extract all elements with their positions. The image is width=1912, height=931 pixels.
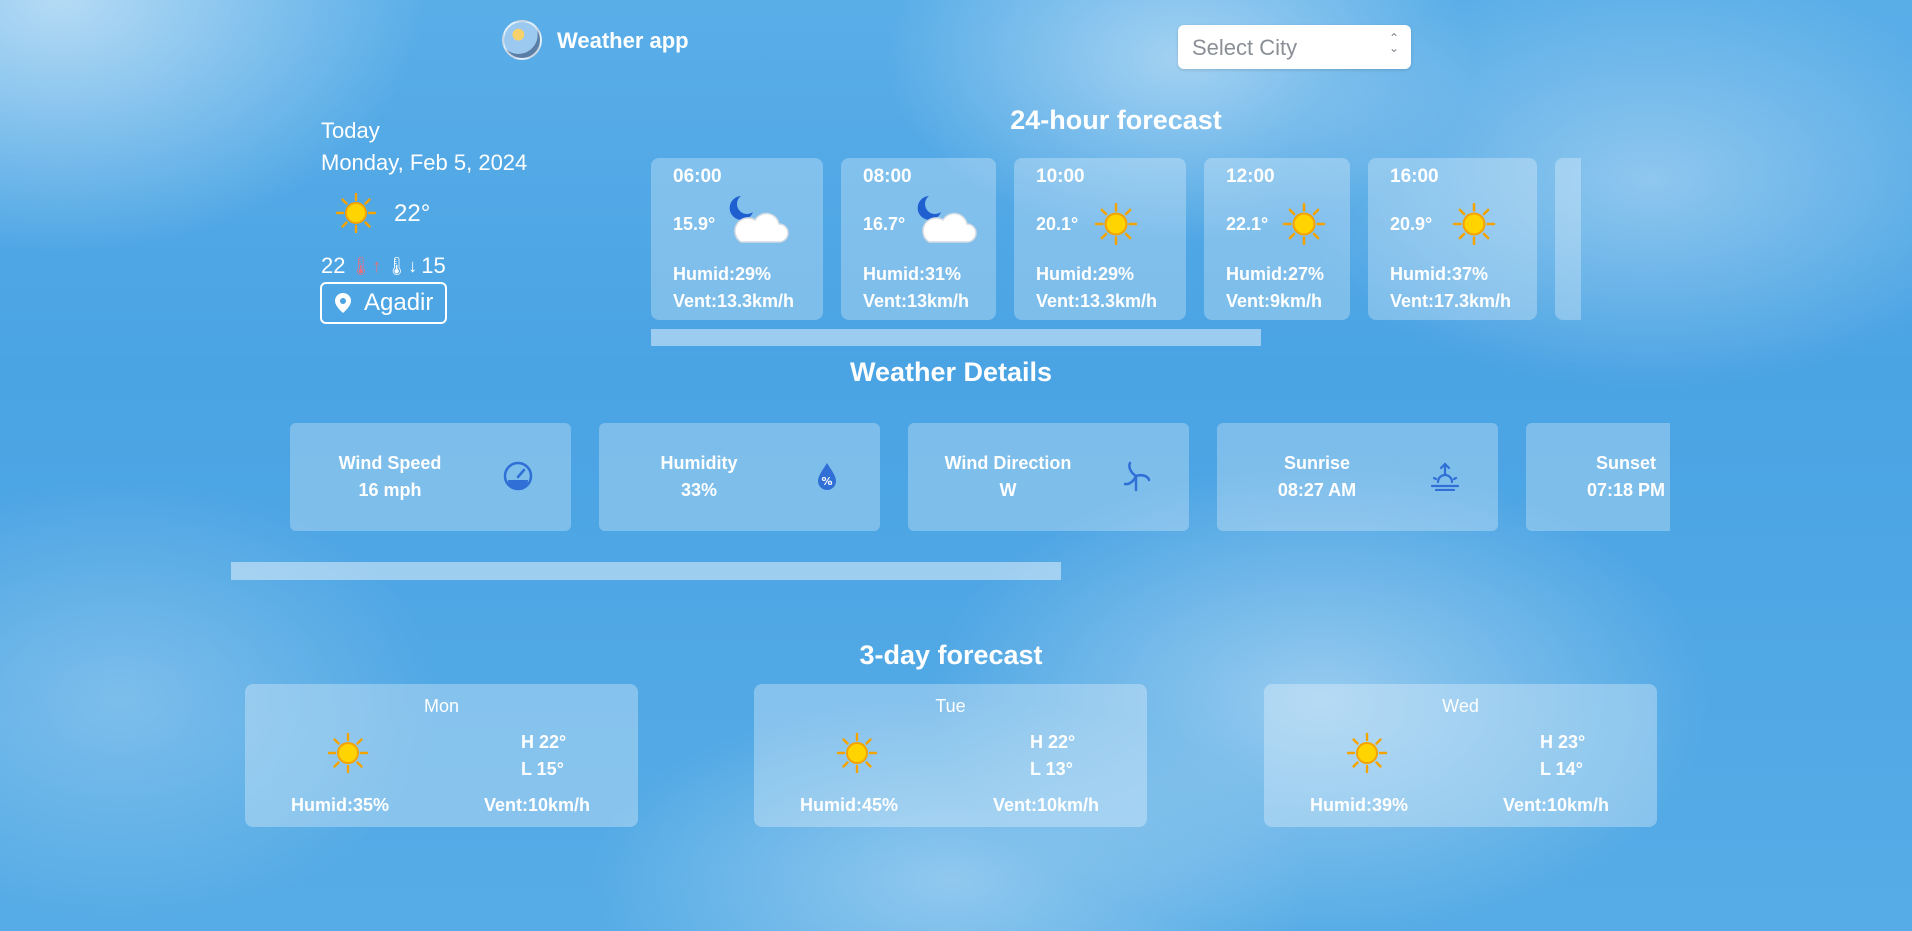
hour-temp: 15.9° <box>673 214 716 234</box>
hour-time: 10:00 <box>1036 166 1085 187</box>
detail-value: 08:27 AM <box>1277 480 1357 500</box>
hour-time: 12:00 <box>1226 166 1275 187</box>
detail-value: W <box>999 480 1017 500</box>
sun-icon <box>836 732 878 779</box>
chevron-updown-icon: ⌃ ⌄ <box>1388 31 1399 55</box>
day-name: Tue <box>935 696 966 716</box>
location-button[interactable]: Agadir <box>320 282 448 324</box>
today-min: 15 <box>421 253 446 278</box>
today-max: 22 <box>321 253 346 278</box>
detail-label: Sunrise <box>1283 453 1351 473</box>
hour-temp: 20.1° <box>1036 214 1079 234</box>
today-label: Today <box>321 118 380 143</box>
hourly-forecast-scroller[interactable]: 06:00 15.9° Humid:29% Vent:13.3km/h 08:0… <box>651 158 1581 320</box>
details-track: Wind Speed 16 mph Humidity 33% % Wind Di… <box>290 423 1670 531</box>
sun-icon <box>1452 202 1496 251</box>
day-name: Wed <box>1442 696 1479 716</box>
details-title: Weather Details <box>849 357 1053 387</box>
day-card: Wed H 23° L 14° Humid:39% Vent:10km/h <box>1264 684 1657 827</box>
hour-humidity: Humid:29% <box>1036 264 1135 284</box>
gauge-icon <box>503 461 533 491</box>
detail-label: Humidity <box>660 453 738 473</box>
sunrise-icon <box>1430 462 1460 491</box>
hour-card-partial <box>1555 158 1581 320</box>
detail-card-humidity: Humidity 33% % <box>599 423 880 531</box>
daily-title: 3-day forecast <box>859 640 1043 670</box>
sun-icon <box>335 192 377 239</box>
hour-humidity: Humid:31% <box>863 264 962 284</box>
hourly-title: 24-hour forecast <box>1010 105 1222 135</box>
water-drop-percent-icon: % <box>818 463 836 490</box>
day-card: Mon H 22° L 15° Humid:35% Vent:10km/h <box>245 684 638 827</box>
day-name: Mon <box>423 696 459 716</box>
hour-wind: Vent:13km/h <box>863 291 970 311</box>
hourly-scrollbar[interactable] <box>651 329 1261 346</box>
hour-wind: Vent:13.3km/h <box>673 291 795 311</box>
day-low: L 14° <box>1540 759 1583 779</box>
detail-value: 16 mph <box>358 480 422 500</box>
sun-icon <box>1282 202 1326 251</box>
detail-value: 07:18 PM <box>1586 480 1666 500</box>
sun-icon <box>1346 732 1388 779</box>
detail-label: Wind Direction <box>944 453 1072 473</box>
today-date: Monday, Feb 5, 2024 <box>321 150 528 175</box>
hour-card: 10:00 20.1° Humid:29% Vent:13.3km/h <box>1014 158 1186 320</box>
day-low: L 15° <box>521 759 564 779</box>
hour-time: 08:00 <box>863 166 912 187</box>
day-low: L 13° <box>1030 759 1073 779</box>
detail-card-sunset: Sunset 07:18 PM <box>1526 423 1670 531</box>
hour-humidity: Humid:29% <box>673 264 772 284</box>
details-scrollbar[interactable] <box>231 562 1061 580</box>
sun-icon <box>1094 202 1138 251</box>
day-card: Tue H 22° L 13° Humid:45% Vent:10km/h <box>754 684 1147 827</box>
hour-wind: Vent:13.3km/h <box>1036 291 1158 311</box>
wind-turbine-icon <box>1123 461 1151 491</box>
today-temperature: 22° <box>394 200 431 227</box>
detail-label: Wind Speed <box>338 453 442 473</box>
day-humidity: Humid:45% <box>800 795 899 815</box>
thermometer-down-icon: 🌡↓ <box>385 255 418 276</box>
detail-card-wind-speed: Wind Speed 16 mph <box>290 423 571 531</box>
today-min-max: 22 🌡↑ 🌡↓ 15 <box>321 253 446 279</box>
hour-card: 12:00 22.1° Humid:27% Vent:9km/h <box>1204 158 1350 320</box>
hour-humidity: Humid:37% <box>1390 264 1489 284</box>
app-title: Weather app <box>557 28 689 53</box>
city-select-placeholder: Select City <box>1192 35 1298 60</box>
detail-label: Sunset <box>1595 453 1656 473</box>
hour-wind: Vent:17.3km/h <box>1390 291 1512 311</box>
hour-temp: 20.9° <box>1390 214 1433 234</box>
detail-value: 33% <box>680 480 718 500</box>
sun-icon <box>327 732 369 779</box>
day-humidity: Humid:35% <box>291 795 390 815</box>
hour-wind: Vent:9km/h <box>1226 291 1323 311</box>
hour-temp: 16.7° <box>863 214 906 234</box>
location-name: Agadir <box>364 289 434 316</box>
hourly-track: 06:00 15.9° Humid:29% Vent:13.3km/h 08:0… <box>651 158 1581 320</box>
app-logo <box>502 20 542 60</box>
city-select[interactable]: Select City ⌃ ⌄ <box>1178 25 1411 69</box>
day-wind: Vent:10km/h <box>993 795 1100 815</box>
detail-card-wind-direction: Wind Direction W <box>908 423 1189 531</box>
details-scroller[interactable]: Wind Speed 16 mph Humidity 33% % Wind Di… <box>290 423 1670 531</box>
thermometer-up-icon: 🌡↑ <box>349 255 382 276</box>
moon-cloud-icon <box>913 192 977 253</box>
location-pin-icon <box>335 293 351 313</box>
day-wind: Vent:10km/h <box>484 795 591 815</box>
hour-temp: 22.1° <box>1226 214 1269 234</box>
hour-time: 06:00 <box>673 166 722 187</box>
moon-cloud-icon <box>725 192 789 253</box>
svg-text:%: % <box>821 475 832 488</box>
day-high: H 22° <box>521 732 567 752</box>
hour-card: 06:00 15.9° Humid:29% Vent:13.3km/h <box>651 158 823 320</box>
day-humidity: Humid:39% <box>1310 795 1409 815</box>
hour-time: 16:00 <box>1390 166 1439 187</box>
day-high: H 22° <box>1030 732 1076 752</box>
day-high: H 23° <box>1540 732 1586 752</box>
hour-card: 08:00 16.7° Humid:31% Vent:13km/h <box>841 158 996 320</box>
detail-card-sunrise: Sunrise 08:27 AM <box>1217 423 1498 531</box>
day-wind: Vent:10km/h <box>1503 795 1610 815</box>
hour-card: 16:00 20.9° Humid:37% Vent:17.3km/h <box>1368 158 1537 320</box>
hour-humidity: Humid:27% <box>1226 264 1325 284</box>
